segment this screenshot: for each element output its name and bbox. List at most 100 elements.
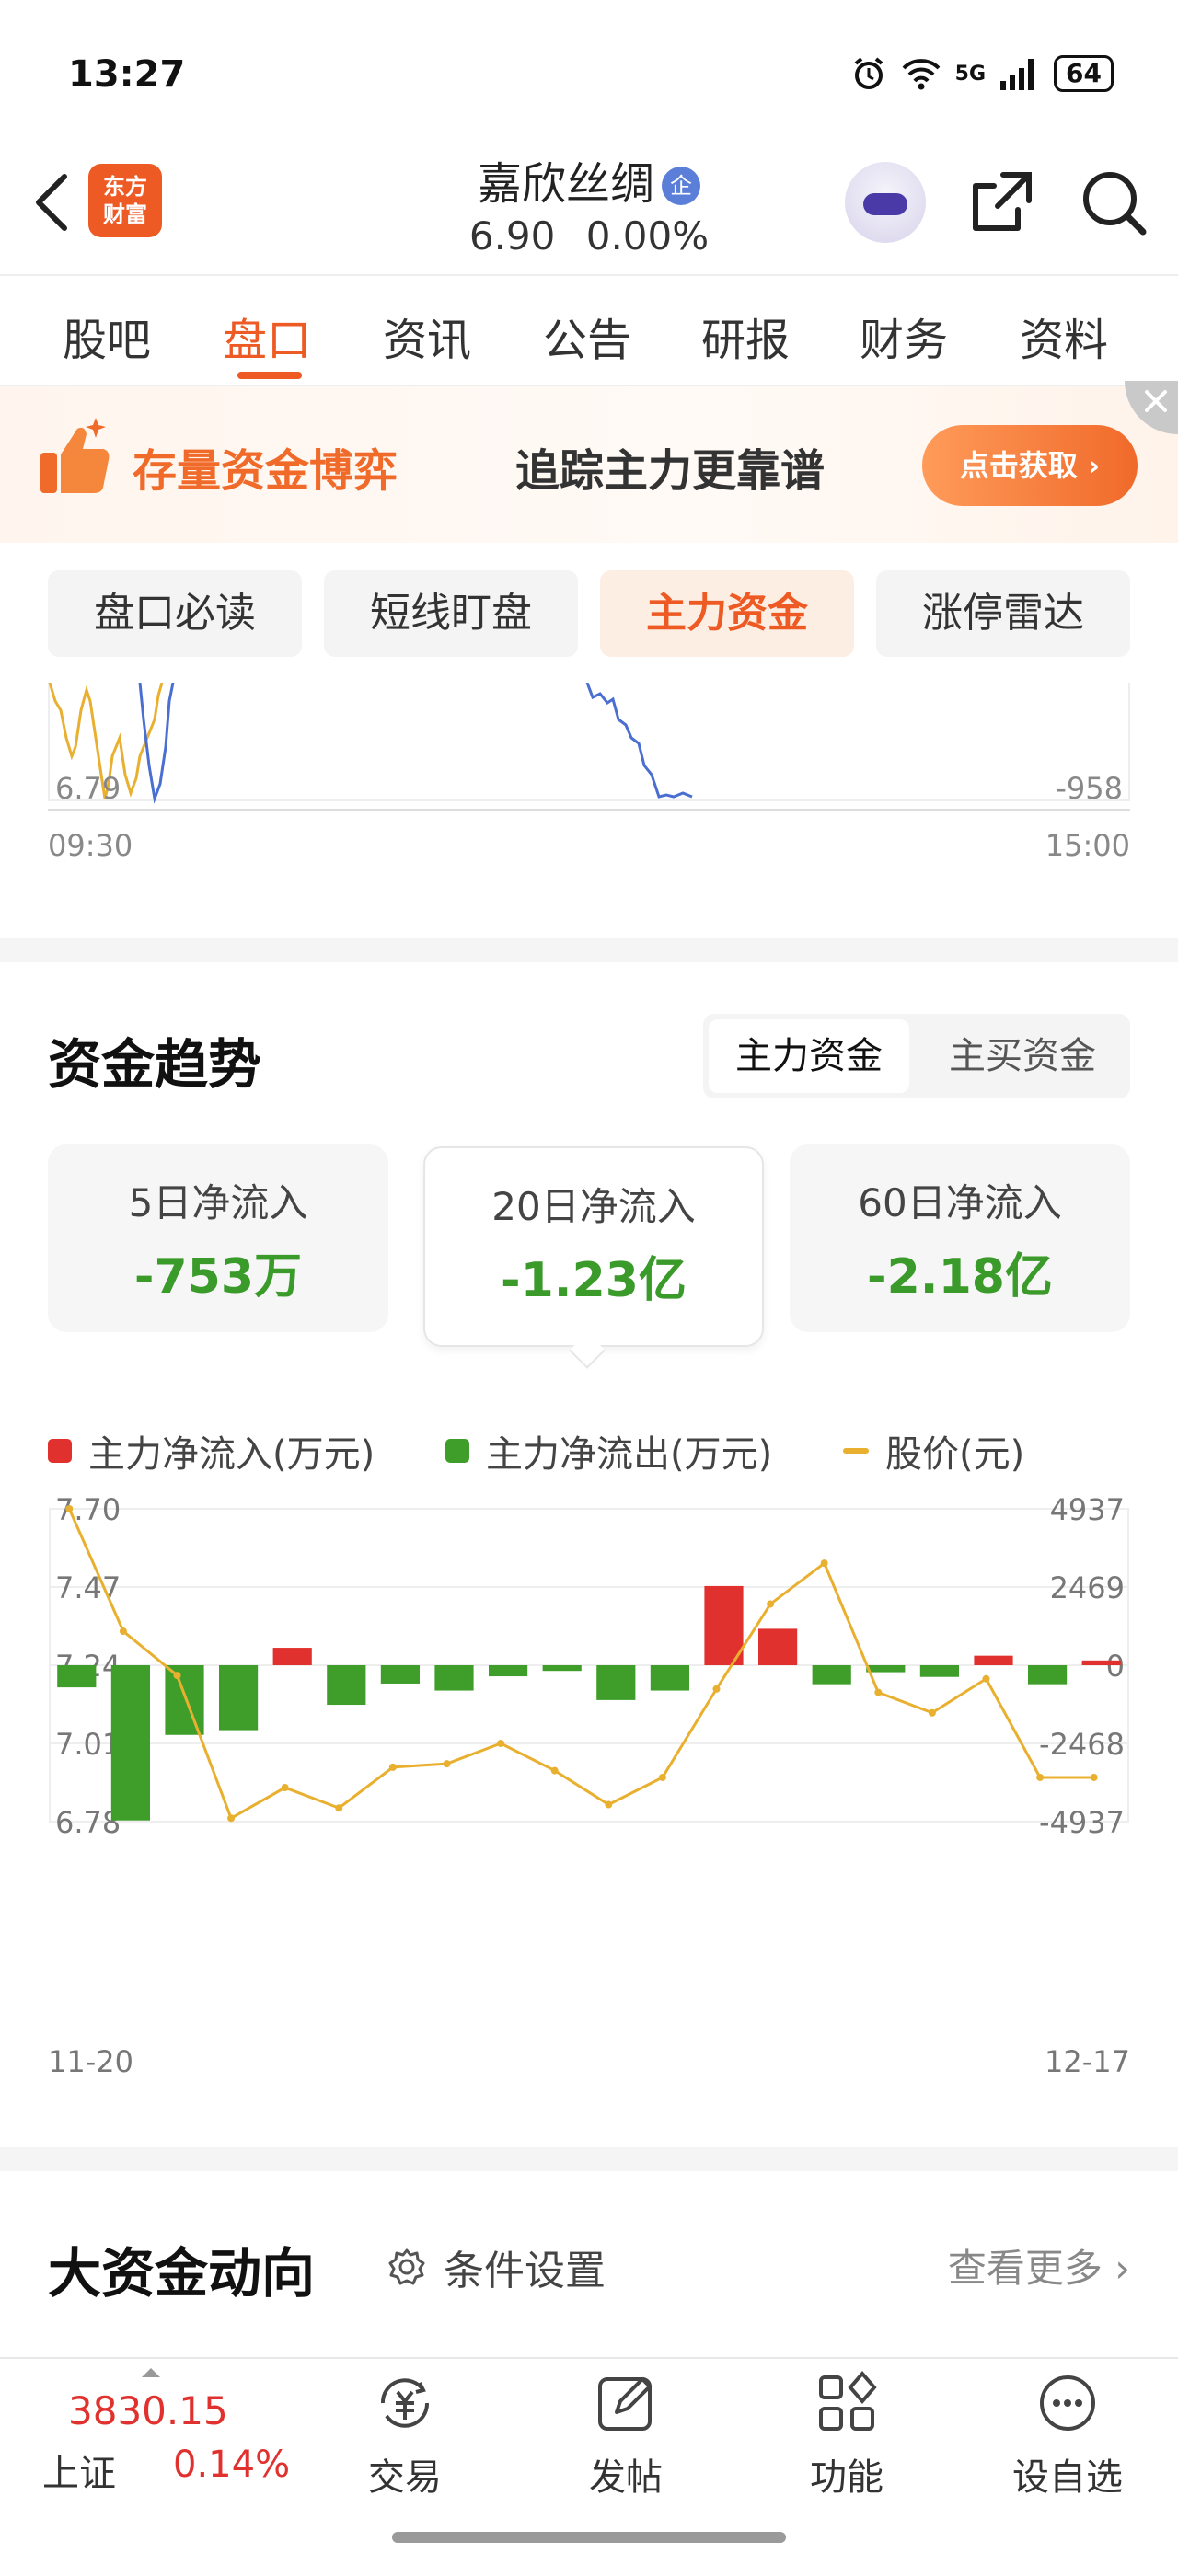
more-dots-icon <box>1040 2375 1095 2431</box>
index-change-pct[interactable]: 0.14% <box>173 2444 290 2486</box>
legend-outflow: 主力净流出(万元) <box>445 1424 772 1478</box>
stock-price: 6.90 <box>468 213 556 259</box>
main-tabs: 股吧 盘口 资讯 公告 研报 财务 资料 <box>0 274 1178 386</box>
up-arrow-icon <box>142 2368 160 2377</box>
right-axis-tick: 4937 <box>1050 1492 1125 1527</box>
banner-title: 存量资金博弈 <box>133 445 398 497</box>
price-point <box>119 1627 127 1636</box>
view-more-link[interactable]: 查看更多 › <box>948 2237 1130 2294</box>
right-axis-tick: -4937 <box>1039 1805 1125 1840</box>
price-point <box>443 1760 451 1768</box>
condition-settings-button[interactable]: 条件设置 <box>387 2237 606 2296</box>
share-icon[interactable] <box>966 167 1036 237</box>
price-point <box>388 1763 397 1771</box>
price-point <box>928 1708 936 1717</box>
intraday-right-min: -958 <box>1056 771 1123 806</box>
price-point <box>820 1559 828 1568</box>
index-name[interactable]: 上证 <box>42 2444 116 2497</box>
grid-apps-icon <box>819 2370 877 2431</box>
price-point <box>874 1688 883 1696</box>
card-5day-inflow[interactable]: 5日净流入 -753万 <box>48 1144 388 1332</box>
outflow-bar <box>57 1665 97 1688</box>
gear-icon <box>388 2248 425 2285</box>
tab-news[interactable]: 资讯 <box>383 304 471 368</box>
section-divider <box>0 938 1178 962</box>
price-swatch <box>843 1448 869 1454</box>
index-value[interactable]: 3830.15 <box>68 2388 228 2433</box>
ai-assistant-icon[interactable] <box>845 162 926 243</box>
price-point <box>550 1766 559 1775</box>
outflow-bar <box>650 1665 689 1691</box>
fund-flow-chart: 7.7049377.4724697.2407.01-24686.78-4937 <box>49 1492 1129 1840</box>
tab-research[interactable]: 研报 <box>701 304 790 368</box>
tab-finance[interactable]: 财务 <box>860 304 948 368</box>
right-axis-tick: 2469 <box>1050 1570 1125 1605</box>
left-axis-tick: 6.78 <box>55 1805 121 1840</box>
tab-profile[interactable]: 资料 <box>1020 304 1108 368</box>
card-60day-inflow[interactable]: 60日净流入 -2.18亿 <box>790 1144 1130 1332</box>
network-label: 5G <box>954 62 987 86</box>
nav-functions[interactable]: 功能 <box>773 2366 920 2501</box>
legend-price: 股价(元) <box>843 1424 1024 1478</box>
nav-trade-label: 交易 <box>368 2456 442 2499</box>
enterprise-badge: 企 <box>662 167 700 205</box>
toggle-main-funds[interactable]: 主力资金 <box>709 1019 909 1093</box>
big-fund-title: 大资金动向 <box>48 2242 316 2305</box>
outflow-bar <box>542 1665 582 1672</box>
nav-watchlist[interactable]: 设自选 <box>994 2366 1141 2501</box>
section-divider <box>0 2147 1178 2171</box>
subtab-must-read[interactable]: 盘口必读 <box>48 570 302 657</box>
fund-trend-title: 资金趋势 <box>48 1033 262 1096</box>
legend-inflow-label: 主力净流入(万元) <box>88 1433 375 1476</box>
subtab-short-watch[interactable]: 短线盯盘 <box>324 570 578 657</box>
nav-post[interactable]: 发帖 <box>552 2366 699 2501</box>
signal-icon <box>1000 59 1034 90</box>
stock-name: 嘉欣丝绸 <box>477 158 654 210</box>
right-axis-tick: 0 <box>1106 1649 1125 1684</box>
outflow-bar <box>866 1665 906 1673</box>
close-icon <box>1145 390 1167 412</box>
inflow-bar <box>272 1648 312 1665</box>
card-20day-inflow[interactable]: 20日净流入 -1.23亿 <box>423 1146 764 1347</box>
right-axis-tick: -2468 <box>1039 1727 1125 1762</box>
price-line <box>67 1508 1094 1821</box>
subtab-main-funds[interactable]: 主力资金 <box>600 570 854 657</box>
intraday-left-min: 6.79 <box>55 771 121 806</box>
x-axis-start-label: 11-20 <box>48 2044 133 2079</box>
price-point <box>227 1814 236 1823</box>
tab-pankou[interactable]: 盘口 <box>223 304 311 368</box>
price-point <box>335 1804 343 1812</box>
trade-yuan-icon <box>380 2378 430 2428</box>
fund-type-toggle: 主力资金 主买资金 <box>703 1014 1130 1098</box>
card-value: -753万 <box>133 1249 303 1305</box>
intraday-chart <box>48 683 1130 811</box>
card-value: -1.23亿 <box>501 1253 687 1308</box>
card-label: 20日净流入 <box>491 1184 696 1229</box>
inflow-bar <box>1081 1660 1121 1665</box>
tab-guba[interactable]: 股吧 <box>63 304 151 368</box>
card-value: -2.18亿 <box>867 1249 1053 1305</box>
banner-cta-button[interactable]: 点击获取 › <box>922 425 1138 506</box>
battery-indicator: 64 <box>1054 55 1114 92</box>
banner-subtitle: 追踪主力更靠谱 <box>515 445 826 497</box>
subtab-limit-radar[interactable]: 涨停雷达 <box>876 570 1130 657</box>
toggle-active-buy-funds[interactable]: 主买资金 <box>922 1019 1123 1093</box>
banner-close-button[interactable] <box>1125 381 1178 434</box>
card-label: 5日净流入 <box>128 1180 308 1225</box>
outflow-bar <box>434 1665 474 1691</box>
home-indicator <box>392 2532 786 2543</box>
outflow-bar <box>110 1665 150 1821</box>
search-icon[interactable] <box>1077 166 1150 239</box>
status-time: 13:27 <box>68 53 186 96</box>
banner-cta-label: 点击获取 <box>959 448 1078 483</box>
outflow-bar <box>596 1665 636 1700</box>
tab-announcements[interactable]: 公告 <box>543 304 631 368</box>
condition-settings-label: 条件设置 <box>444 2248 606 2294</box>
price-point <box>712 1685 721 1693</box>
card-label: 60日净流入 <box>858 1180 1062 1225</box>
price-point <box>605 1800 613 1809</box>
outflow-bar <box>380 1665 420 1684</box>
nav-trade[interactable]: 交易 <box>331 2366 479 2501</box>
price-point <box>497 1740 505 1747</box>
intraday-time-start: 09:30 <box>48 828 133 863</box>
